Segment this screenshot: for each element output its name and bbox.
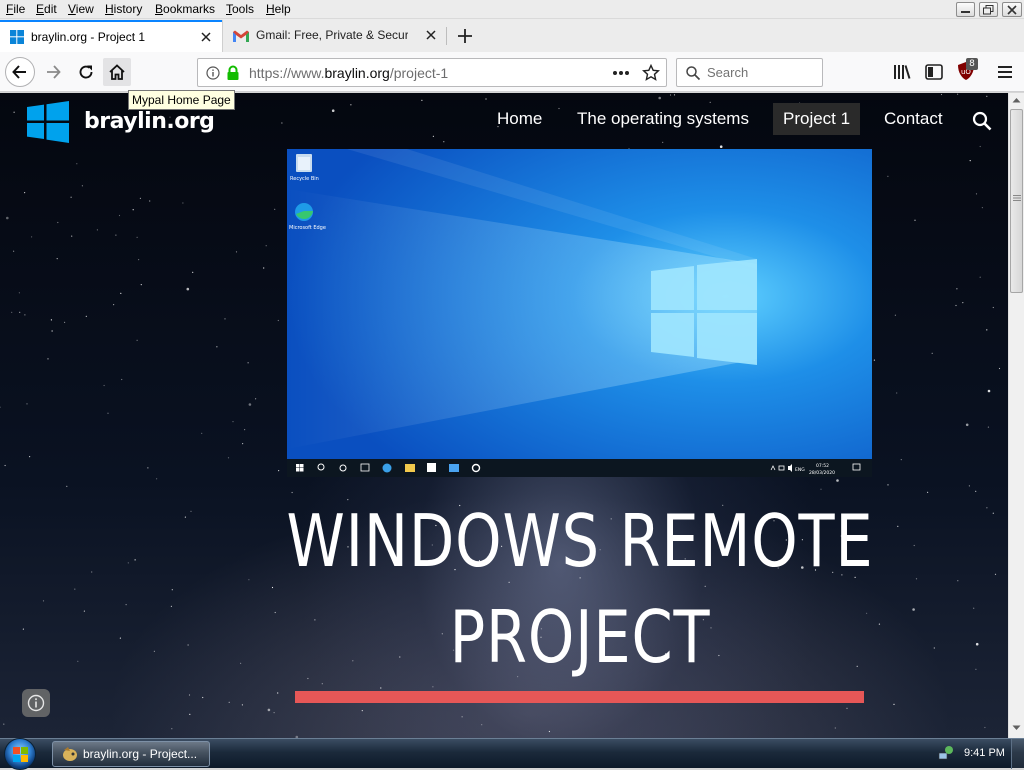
network-tray-icon[interactable] bbox=[938, 745, 954, 761]
menu-help[interactable]: Help bbox=[266, 2, 291, 16]
reload-icon bbox=[79, 65, 93, 79]
nav-contact[interactable]: Contact bbox=[874, 103, 953, 135]
tab-separator bbox=[446, 27, 447, 45]
start-button[interactable] bbox=[4, 738, 36, 770]
sidebar-icon[interactable] bbox=[925, 64, 943, 80]
restore-icon bbox=[983, 5, 994, 15]
url-text: https://www.braylin.org/project-1 bbox=[249, 65, 449, 81]
nav-project-1[interactable]: Project 1 bbox=[773, 103, 861, 135]
mypal-browser-icon bbox=[63, 747, 77, 761]
site-search-icon[interactable] bbox=[972, 111, 992, 131]
tab-braylin[interactable]: braylin.org - Project 1 bbox=[0, 20, 222, 52]
home-button[interactable] bbox=[103, 58, 131, 86]
close-icon bbox=[1007, 5, 1017, 15]
windows-start-icon bbox=[13, 747, 28, 762]
taskbar-item-label: braylin.org - Project... bbox=[83, 747, 198, 761]
hero-title: WINDOWS REMOTE PROJECT bbox=[268, 493, 891, 685]
taskbar: braylin.org - Project... 9:41 PM bbox=[0, 738, 1024, 770]
back-arrow-icon bbox=[12, 65, 26, 79]
nav-home[interactable]: Home bbox=[487, 103, 552, 135]
menu-view[interactable]: View bbox=[68, 2, 94, 16]
reload-button[interactable] bbox=[72, 58, 100, 86]
windows-icon bbox=[10, 30, 24, 44]
ublock-badge: 8 bbox=[966, 58, 978, 70]
nav-operating-systems[interactable]: The operating systems bbox=[567, 103, 759, 135]
info-button[interactable] bbox=[22, 689, 50, 717]
recycle-bin-icon bbox=[296, 154, 312, 172]
hero-accent-bar bbox=[295, 691, 864, 703]
tray-date: 28/03/2020 bbox=[809, 470, 835, 476]
home-button-tooltip: Mypal Home Page bbox=[128, 90, 235, 110]
tab-close-icon[interactable] bbox=[423, 27, 439, 43]
scrollbar-thumb[interactable] bbox=[1010, 109, 1023, 293]
show-desktop-button[interactable] bbox=[1011, 739, 1024, 769]
desktop-wallpaper: 07:52 28/03/2020 ENG Recycle Bin Microso… bbox=[287, 149, 872, 477]
search-input[interactable]: Search bbox=[676, 58, 823, 87]
windows-logo-icon[interactable] bbox=[27, 101, 69, 143]
forward-arrow-icon bbox=[47, 65, 61, 79]
menu-history[interactable]: History bbox=[105, 2, 142, 16]
forward-button[interactable] bbox=[39, 58, 67, 86]
new-tab-icon[interactable] bbox=[456, 27, 474, 45]
taskbar-clock[interactable]: 9:41 PM bbox=[964, 747, 1005, 759]
tab-close-icon[interactable] bbox=[198, 29, 214, 45]
tab-gmail[interactable]: Gmail: Free, Private & Secure E bbox=[223, 20, 445, 52]
menu-bar: File Edit View History Bookmarks Tools H… bbox=[0, 0, 1024, 19]
hero-title-line-2: PROJECT bbox=[449, 595, 711, 679]
tab-title: Gmail: Free, Private & Secure E bbox=[256, 28, 408, 42]
menu-tools[interactable]: Tools bbox=[226, 2, 254, 16]
edge-label: Microsoft Edge bbox=[289, 225, 326, 231]
windows-desktop-screenshot: 07:52 28/03/2020 ENG Recycle Bin Microso… bbox=[287, 149, 872, 477]
back-button[interactable] bbox=[5, 57, 35, 87]
navigation-toolbar: https://www.braylin.org/project-1 Search… bbox=[0, 52, 1024, 92]
hamburger-menu-icon[interactable] bbox=[997, 65, 1013, 79]
page-actions-icon[interactable] bbox=[612, 70, 630, 76]
hero-title-line-1: WINDOWS REMOTE bbox=[286, 499, 874, 583]
gmail-icon bbox=[233, 30, 249, 42]
restore-button[interactable] bbox=[979, 2, 998, 17]
lock-icon[interactable] bbox=[226, 65, 240, 81]
web-page-content: braylin.org Home The operating systems P… bbox=[0, 93, 1008, 738]
vertical-scrollbar[interactable] bbox=[1008, 93, 1024, 738]
menu-bookmarks[interactable]: Bookmarks bbox=[155, 2, 215, 16]
page-info-icon[interactable] bbox=[206, 66, 220, 80]
edge-icon bbox=[295, 203, 313, 221]
search-icon bbox=[686, 66, 701, 81]
scroll-up-arrow-icon[interactable] bbox=[1012, 97, 1021, 103]
tab-bar: braylin.org - Project 1 Gmail: Free, Pri… bbox=[0, 19, 1024, 52]
scroll-grip-icon bbox=[1013, 195, 1021, 201]
minimize-icon bbox=[961, 11, 970, 13]
site-name[interactable]: braylin.org bbox=[84, 109, 215, 134]
menu-file[interactable]: File bbox=[6, 2, 25, 16]
taskbar-item-browser[interactable]: braylin.org - Project... bbox=[52, 741, 210, 767]
tab-title: braylin.org - Project 1 bbox=[31, 30, 146, 44]
home-icon bbox=[109, 64, 125, 80]
menu-edit[interactable]: Edit bbox=[36, 2, 57, 16]
search-placeholder: Search bbox=[707, 65, 749, 80]
library-icon[interactable] bbox=[893, 64, 911, 80]
recycle-bin-label: Recycle Bin bbox=[290, 176, 319, 182]
close-window-button[interactable] bbox=[1002, 2, 1022, 17]
bookmark-star-icon[interactable] bbox=[642, 64, 660, 82]
minimize-button[interactable] bbox=[956, 2, 975, 17]
scroll-down-arrow-icon[interactable] bbox=[1012, 725, 1021, 731]
url-bar[interactable]: https://www.braylin.org/project-1 bbox=[197, 58, 667, 87]
info-icon bbox=[27, 694, 45, 712]
tray-time: 07:52 bbox=[816, 463, 829, 469]
ublock-button[interactable]: uO 8 bbox=[957, 58, 978, 83]
tray-lang: ENG bbox=[795, 467, 805, 473]
